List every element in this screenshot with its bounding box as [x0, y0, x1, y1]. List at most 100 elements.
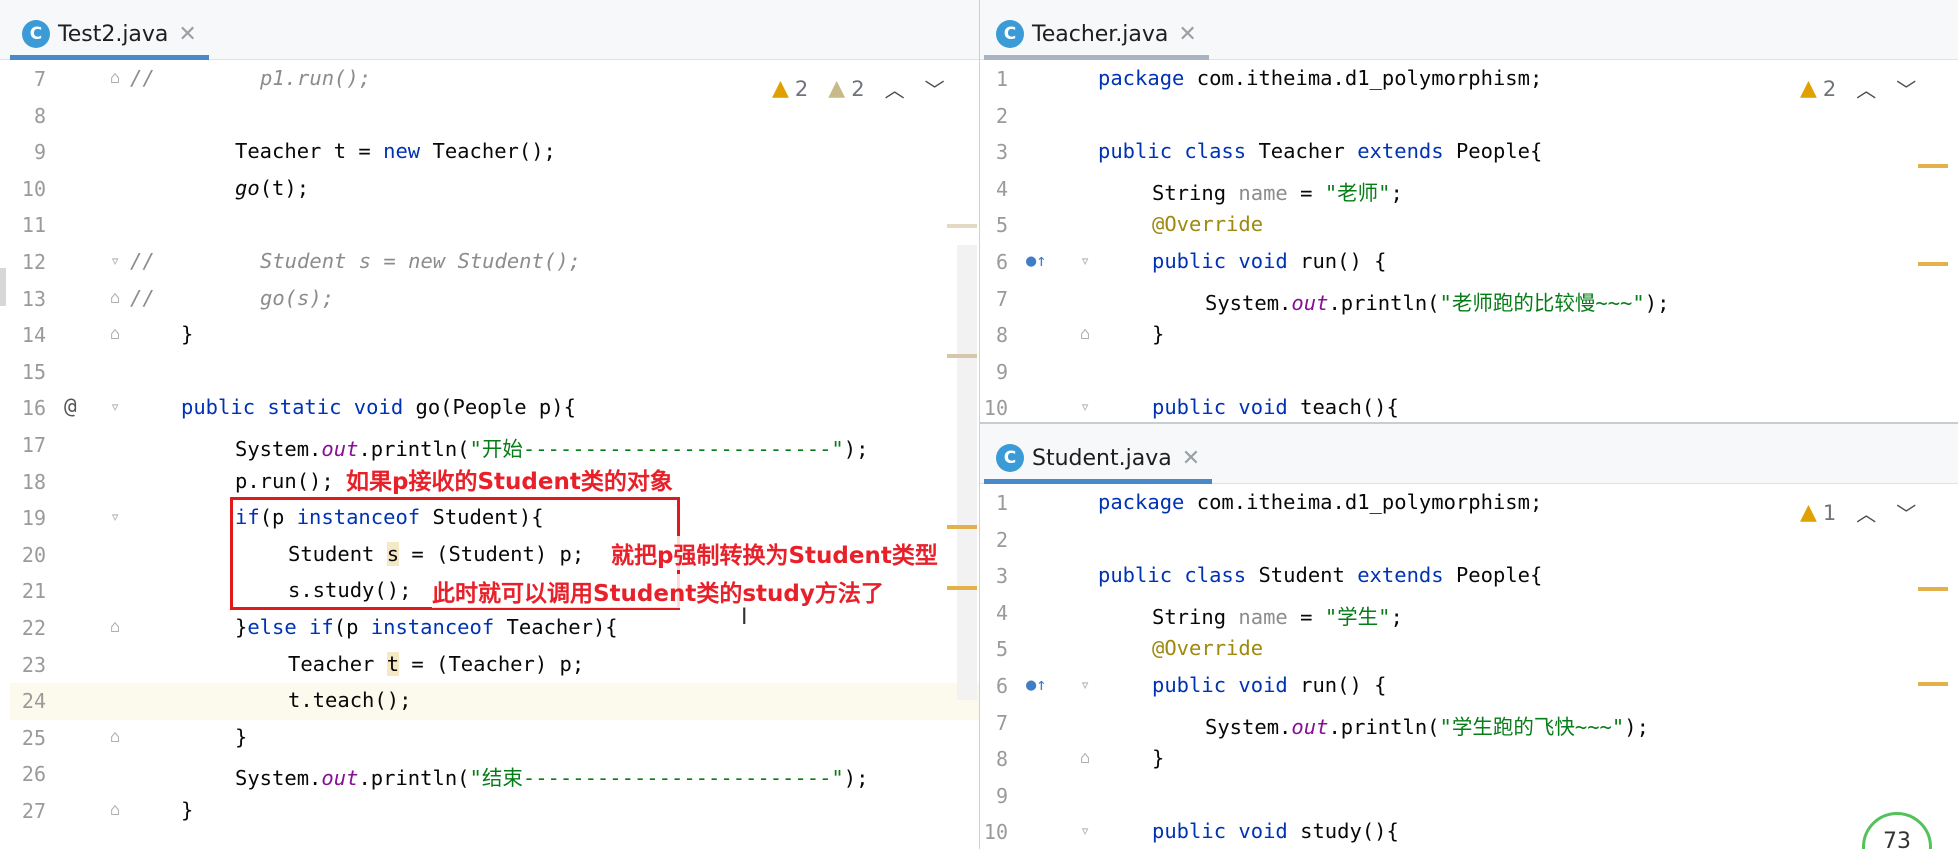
code-line: 14 ⌂ } — [0, 317, 979, 354]
line-number: 4 — [995, 176, 1008, 201]
code-text: p.run(); — [235, 468, 334, 493]
fold-icon[interactable]: ⌂ — [1080, 748, 1090, 768]
line-number: 16 — [21, 396, 46, 421]
line-number: 23 — [21, 652, 46, 677]
tab-test2[interactable]: C Test2.java ✕ — [10, 8, 209, 60]
line-number: 11 — [21, 213, 46, 238]
fold-icon[interactable]: ▿ — [1080, 821, 1090, 841]
line-number: 1 — [995, 491, 1008, 515]
class-icon: C — [22, 20, 50, 48]
fold-icon[interactable]: ▿ — [110, 507, 120, 527]
code-line: 11 — [0, 207, 979, 244]
class-icon: C — [996, 20, 1024, 48]
code-line: 17 System.out.println("开始---------------… — [0, 427, 979, 464]
line-number: 19 — [21, 506, 46, 531]
fold-icon[interactable]: ⌂ — [110, 727, 120, 747]
code-editor-student[interactable]: 1 package com.itheima.d1_polymorphism; 2… — [980, 485, 1958, 849]
tab-title: Test2.java — [58, 21, 169, 47]
code-text: public void teach(){ — [1152, 395, 1399, 420]
fold-icon[interactable]: ⌂ — [110, 800, 120, 820]
code-text: package com.itheima.d1_polymorphism; — [1098, 66, 1543, 90]
line-number: 12 — [21, 250, 46, 274]
code-line: 7 System.out.println("老师跑的比较慢~~~"); — [980, 281, 1958, 318]
close-icon[interactable]: ✕ — [1178, 22, 1196, 47]
code-text: } — [181, 322, 194, 347]
code-text: package com.itheima.d1_polymorphism; — [1098, 490, 1543, 514]
fold-icon[interactable]: ▿ — [1080, 675, 1090, 695]
code-editor-left[interactable]: 7 ⌂ // p1.run(); 8 9 Teacher t = new Tea… — [0, 61, 979, 849]
code-line: 2 — [980, 522, 1958, 559]
code-text: Teacher t = new Teacher(); — [235, 139, 556, 164]
line-number: 20 — [21, 542, 46, 567]
close-icon[interactable]: ✕ — [178, 22, 196, 47]
fold-icon[interactable]: ⌂ — [1080, 324, 1090, 344]
code-text: // — [130, 285, 155, 310]
override-icon[interactable]: ●↑ — [1026, 675, 1046, 695]
active-tab-indicator — [10, 55, 209, 60]
tab-student[interactable]: C Student.java ✕ — [984, 432, 1213, 484]
tab-bar-student: C Student.java ✕ — [980, 424, 1958, 484]
code-text: public class Teacher extends People{ — [1098, 139, 1543, 164]
fold-icon[interactable]: ⌂ — [110, 68, 120, 88]
code-line: 9 Teacher t = new Teacher(); — [0, 134, 979, 171]
fold-icon[interactable]: ▿ — [1080, 251, 1090, 271]
line-number: 25 — [21, 725, 46, 750]
class-icon: C — [996, 444, 1024, 472]
code-line: 9 — [980, 354, 1958, 391]
close-icon[interactable]: ✕ — [1182, 446, 1200, 471]
text-cursor-icon: I — [741, 605, 748, 630]
code-text: } — [1152, 322, 1165, 347]
fold-icon[interactable]: ⌂ — [110, 324, 120, 344]
implemented-icon[interactable]: @ — [64, 394, 77, 418]
line-number: 10 — [983, 820, 1008, 845]
fold-icon[interactable]: ⌂ — [110, 617, 120, 637]
line-number: 13 — [21, 286, 46, 311]
override-icon[interactable]: ●↑ — [1026, 251, 1046, 271]
code-text: t.teach(); — [288, 688, 412, 713]
line-number: 14 — [21, 323, 46, 348]
code-line: 7 ⌂ // p1.run(); — [0, 61, 979, 98]
code-text: public void run() { — [1152, 673, 1387, 697]
line-number: 10 — [21, 176, 46, 201]
code-line: 10 ▿ public void teach(){ — [980, 390, 1958, 424]
editor-pane-teacher: C Teacher.java ✕ ▲ 2 ︿ ﹀ 1 package com.i… — [980, 0, 1958, 424]
code-text: Teacher t = (Teacher) p; — [288, 651, 585, 676]
code-text: p1.run(); — [260, 66, 372, 90]
code-text: // — [130, 249, 155, 273]
code-line: 8 ⌂ } — [980, 741, 1958, 778]
fold-icon[interactable]: ▿ — [110, 397, 120, 417]
code-text: public void run() { — [1152, 249, 1387, 273]
line-number: 1 — [995, 67, 1008, 91]
line-number: 9 — [995, 359, 1008, 384]
fold-icon[interactable]: ⌂ — [110, 288, 120, 308]
editor-pane-test2: C Test2.java ✕ ▲ 2 ▲ 2 ︿ ﹀ 7 ⌂ // p1.run… — [0, 0, 979, 849]
code-line: 26 System.out.println("结束---------------… — [0, 756, 979, 793]
line-number: 5 — [995, 637, 1008, 662]
code-line: 2 — [980, 98, 1958, 135]
fold-icon[interactable]: ▿ — [110, 251, 120, 271]
tab-teacher[interactable]: C Teacher.java ✕ — [984, 8, 1209, 60]
fold-icon[interactable]: ▿ — [1080, 397, 1090, 417]
line-number: 27 — [21, 799, 46, 823]
line-number: 3 — [995, 564, 1008, 589]
editor-pane-student: C Student.java ✕ ▲ 1 ︿ ﹀ 1 package com.i… — [980, 424, 1958, 849]
code-line: 13 ⌂ // go(s); — [0, 281, 979, 318]
code-text: }else if(p instanceof Teacher){ — [235, 615, 618, 639]
tab-bar-teacher: C Teacher.java ✕ — [980, 0, 1958, 60]
line-number: 21 — [21, 579, 46, 604]
line-number: 4 — [995, 600, 1008, 625]
code-line: 6 ●↑ ▿ public void run() { — [980, 668, 1958, 705]
line-number: 17 — [21, 433, 46, 457]
code-line: 27 ⌂ } — [0, 793, 979, 830]
line-number: 2 — [995, 103, 1008, 128]
code-text: @Override — [1152, 212, 1264, 237]
code-line: 5 @Override — [980, 207, 1958, 244]
annotation-text: 此时就可以调用Student类的study方法了 — [432, 574, 884, 608]
code-editor-teacher[interactable]: 1 package com.itheima.d1_polymorphism; 2… — [980, 61, 1958, 424]
code-text: go(s); — [260, 285, 335, 310]
line-number: 9 — [33, 140, 46, 165]
code-text: public static void go(People p){ — [181, 395, 576, 420]
code-text: System.out.println("开始------------------… — [235, 437, 869, 461]
code-line: 10 go(t); — [0, 171, 979, 208]
annotation-text: 如果p接收的Student类的对象 — [346, 462, 673, 496]
